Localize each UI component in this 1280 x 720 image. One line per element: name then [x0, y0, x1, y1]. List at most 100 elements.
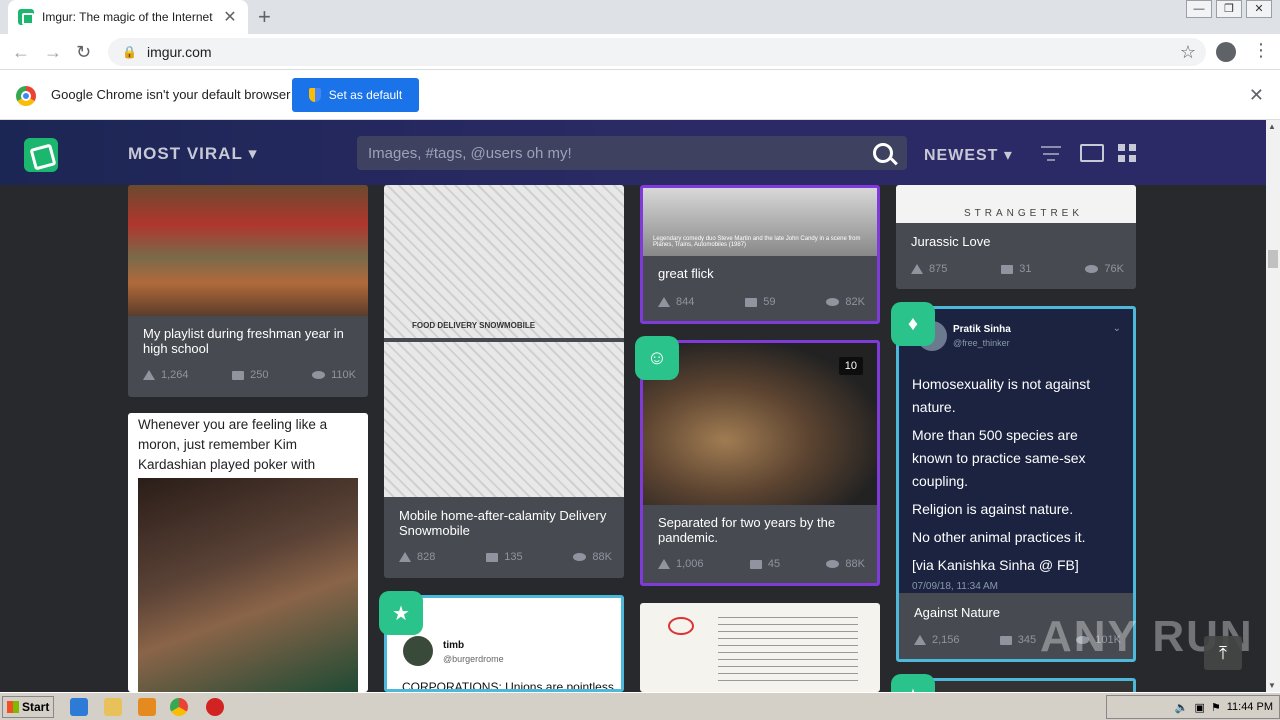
page-scrollbar[interactable]: ▲ ▼	[1266, 120, 1280, 692]
new-tab-icon[interactable]: +	[258, 4, 271, 30]
tweet-name: timb	[443, 640, 465, 651]
tweet-line: Religion is against nature.	[912, 501, 1074, 517]
menu-icon[interactable]: ⋮	[1252, 40, 1270, 61]
post-title: Mobile home-after-calamity Delivery Snow…	[399, 508, 607, 538]
chevron-down-icon[interactable]: ⌄	[1113, 323, 1121, 334]
post-stats: 1,006 45 88K	[658, 558, 865, 570]
browser-tab[interactable]: Imgur: The magic of the Internet ✕	[8, 0, 248, 34]
chrome-taskbar-icon[interactable]	[170, 698, 188, 716]
media-player-icon[interactable]	[138, 698, 156, 716]
post-image: STRANGETREK	[896, 185, 1136, 223]
lock-icon: 🔒	[122, 45, 137, 59]
close-infobar-icon[interactable]: ✕	[1249, 85, 1264, 106]
view-count: 110K	[331, 369, 356, 381]
image-count-badge: 10	[838, 357, 863, 375]
start-label: Start	[22, 700, 50, 714]
back-to-top-button[interactable]: ⤒	[1204, 636, 1242, 670]
close-icon[interactable]: ✕	[222, 7, 238, 27]
grid-view-icon[interactable]	[1118, 144, 1136, 162]
post-card[interactable]	[640, 603, 880, 692]
upvote-icon[interactable]	[658, 297, 670, 307]
comment-icon	[999, 635, 1012, 645]
chrome-logo-icon	[16, 86, 36, 106]
taskbar: Start 🔈 ▣ ⚑ 11:44 PM	[0, 692, 1280, 720]
upvote-icon[interactable]	[911, 264, 923, 274]
arrow-up-icon: ⤒	[1219, 642, 1227, 663]
sort-dropdown[interactable]: NEWEST ▾	[924, 145, 1013, 165]
search-input[interactable]: Images, #tags, @users oh my!	[357, 136, 907, 170]
comment-icon	[486, 552, 499, 562]
security-app-icon[interactable]	[206, 698, 224, 716]
post-card[interactable]: My playlist during freshman year in high…	[128, 185, 368, 397]
volume-icon[interactable]: 🔈	[1175, 701, 1189, 714]
view-count: 88K	[592, 551, 612, 563]
views-icon	[826, 298, 840, 306]
chevron-down-icon: ▾	[248, 144, 258, 163]
ie-icon[interactable]	[70, 698, 88, 716]
close-window-button[interactable]: ✕	[1246, 0, 1272, 18]
trophy-badge-icon: ★	[891, 674, 935, 692]
search-icon[interactable]	[873, 143, 893, 163]
image-label: FOOD DELIVERY SNOWMOBILE	[412, 321, 536, 330]
address-bar: ← → ↻ 🔒 imgur.com ☆	[0, 34, 1280, 70]
section-dropdown[interactable]: MOST VIRAL ▾	[128, 144, 258, 164]
post-card[interactable]: Pratik Sinha @free_thinker ⌄ Homosexuali…	[896, 306, 1136, 662]
image-label: Legendary comedy duo Steve Martin and th…	[653, 236, 861, 248]
star-icon[interactable]: ☆	[1180, 42, 1196, 63]
upvote-count: 2,156	[932, 634, 960, 646]
post-stats: 1,264 250 110K	[143, 369, 356, 381]
tweet-handle: @burgerdrome	[443, 654, 504, 664]
uniform-view-icon[interactable]	[1080, 144, 1104, 162]
network-icon[interactable]: ▣	[1194, 701, 1204, 714]
trophy-badge-icon: ☺	[635, 336, 679, 380]
scroll-up-icon[interactable]: ▲	[1268, 122, 1276, 131]
post-image	[128, 185, 368, 316]
forward-icon[interactable]: →	[44, 42, 62, 63]
reload-icon[interactable]: ↻	[76, 42, 91, 63]
post-card[interactable]: STRANGETREK Jurassic Love 875 31 76K	[896, 185, 1136, 289]
view-count: 76K	[1104, 263, 1124, 275]
filter-icon[interactable]	[1041, 146, 1061, 162]
tweet-body: Homosexuality is not against nature. Mor…	[912, 373, 1122, 577]
comment-count: 59	[763, 296, 776, 308]
trophy-badge-icon: ♦	[891, 302, 935, 346]
post-card[interactable]: Legendary comedy duo Steve Martin and th…	[640, 185, 880, 324]
tweet-timestamp: 07/09/18, 11:34 AM	[912, 581, 998, 592]
view-count: 88K	[845, 558, 865, 570]
profile-icon[interactable]	[1216, 42, 1236, 62]
upvote-count: 1,006	[676, 558, 704, 570]
imgur-logo-icon[interactable]	[24, 138, 58, 172]
post-title: great flick	[658, 266, 714, 281]
chevron-down-icon: ▾	[1003, 147, 1013, 164]
default-browser-infobar: Google Chrome isn't your default browser…	[0, 70, 1280, 120]
upvote-icon[interactable]	[143, 370, 155, 380]
flag-icon[interactable]: ⚑	[1211, 701, 1221, 714]
comment-icon	[749, 559, 762, 569]
post-card[interactable]: FOOD DELIVERY SNOWMOBILE Mobile home-aft…	[384, 185, 624, 578]
restore-button[interactable]: ❐	[1216, 0, 1242, 18]
upvote-icon[interactable]	[914, 635, 926, 645]
back-icon[interactable]: ←	[12, 42, 30, 63]
scroll-thumb[interactable]	[1268, 250, 1278, 268]
tweet-line: No other animal practices it.	[912, 529, 1086, 545]
scroll-down-icon[interactable]: ▼	[1268, 681, 1276, 690]
image-label: STRANGETREK	[964, 208, 1084, 219]
upvote-icon[interactable]	[399, 552, 411, 562]
set-as-default-button[interactable]: Set as default	[292, 78, 419, 112]
comment-count: 345	[1017, 634, 1037, 646]
tweet-name: Pratik Sinha	[953, 324, 1011, 335]
sort-label: NEWEST	[924, 147, 999, 164]
imgur-favicon-icon	[18, 9, 34, 25]
folder-icon[interactable]	[104, 698, 122, 716]
window-controls: — ❐ ✕	[1186, 0, 1272, 18]
comment-count: 45	[767, 558, 781, 570]
upvote-icon[interactable]	[658, 559, 670, 569]
start-button[interactable]: Start	[2, 696, 54, 718]
clock: 11:44 PM	[1226, 701, 1273, 713]
minimize-button[interactable]: —	[1186, 0, 1212, 18]
omnibox[interactable]: 🔒 imgur.com ☆	[108, 38, 1206, 66]
comment-icon	[232, 370, 245, 380]
comment-icon	[1001, 264, 1014, 274]
post-card[interactable]: Whenever you are feeling like a moron, j…	[128, 413, 368, 692]
section-label: MOST VIRAL	[128, 144, 243, 163]
